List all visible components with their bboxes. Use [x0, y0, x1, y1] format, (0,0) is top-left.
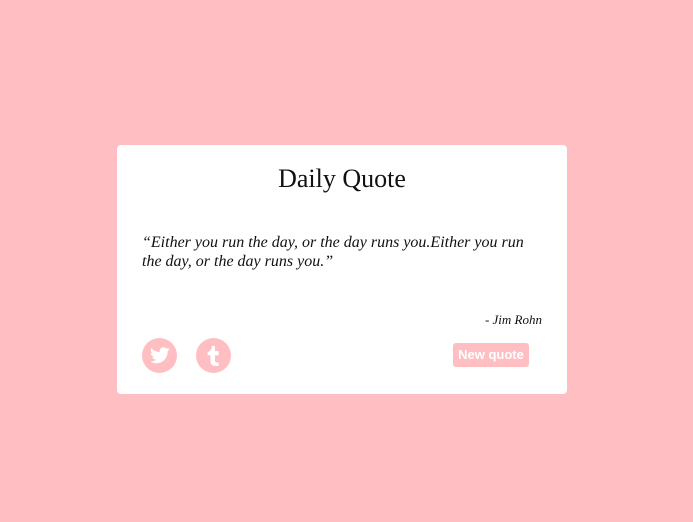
quote-text: “Either you run the day, or the day runs… — [142, 234, 524, 270]
twitter-icon — [149, 347, 170, 364]
tumblr-share-button[interactable] — [196, 338, 231, 373]
quote-card: Daily Quote “Either you run the day, or … — [117, 145, 567, 394]
tumblr-icon — [207, 345, 219, 366]
new-quote-button[interactable]: New quote — [453, 343, 529, 367]
quote-author: - Jim Rohn — [484, 312, 542, 327]
page-title: Daily Quote — [278, 164, 406, 193]
tweet-quote-button[interactable] — [142, 338, 177, 373]
